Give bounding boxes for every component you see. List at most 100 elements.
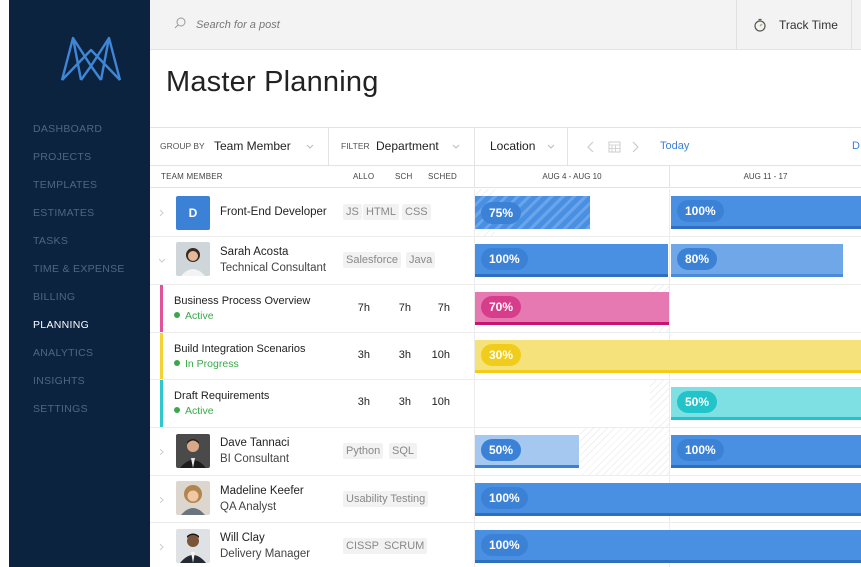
allocation-bar[interactable]: 100%	[671, 196, 861, 229]
skill-tag: SCRUM	[381, 538, 428, 554]
chevron-right-icon[interactable]	[632, 141, 639, 153]
today-link[interactable]: Today	[660, 140, 689, 152]
filter-select[interactable]: Department	[376, 139, 439, 153]
status-label: Active	[185, 310, 214, 322]
allocation-pill: 100%	[481, 487, 528, 509]
nav-templates[interactable]: TEMPLATES	[33, 179, 97, 191]
allocation-bar[interactable]: 50%	[671, 387, 861, 420]
nav-projects[interactable]: PROJECTS	[33, 151, 91, 163]
allocation-pill: 70%	[481, 296, 522, 318]
allo-hours: 7h	[357, 302, 370, 314]
nav-settings[interactable]: SETTINGS	[33, 403, 88, 415]
allocation-pill: 80%	[677, 248, 718, 270]
status-dot-icon	[174, 312, 180, 318]
planning-toolbar: GROUP BY Team Member FILTER Department L…	[150, 127, 861, 166]
col-sched[interactable]: SCHED	[428, 172, 457, 181]
table-row[interactable]: Build Integration Scenarios In Progress …	[150, 333, 861, 380]
task-name: Business Process Overview	[174, 295, 311, 307]
allocation-bar[interactable]: 80%	[671, 244, 843, 277]
table-row[interactable]: Dave Tannaci BI Consultant Python SQL 50…	[150, 428, 861, 476]
allocation-pill: 75%	[481, 201, 522, 224]
divider	[474, 128, 475, 166]
filter-label: FILTER	[341, 141, 370, 151]
avatar	[176, 529, 210, 563]
chevron-down-icon[interactable]	[452, 143, 460, 151]
person-name: Madeline Keefer	[220, 485, 304, 497]
nav-analytics[interactable]: ANALYTICS	[33, 347, 93, 359]
allocation-pill: 50%	[481, 439, 522, 461]
avatar	[176, 242, 210, 276]
skill-tag: SQL	[389, 443, 418, 459]
task-name: Draft Requirements	[174, 390, 270, 402]
allo-hours: 3h	[357, 396, 370, 408]
person-name: Sarah Acosta	[220, 246, 289, 258]
allocation-bar[interactable]: 75%	[475, 196, 590, 229]
table-row[interactable]: Sarah Acosta Technical Consultant Salesf…	[150, 237, 861, 285]
table-row[interactable]: D Front-End Developer JS HTML CSS 75% 10…	[150, 189, 861, 237]
col-allo[interactable]: ALLO	[353, 172, 374, 181]
table-row[interactable]: Draft Requirements Active 3h 3h 10h 50%	[150, 380, 861, 428]
sidebar: DASHBOARD PROJECTS TEMPLATES ESTIMATES T…	[9, 0, 150, 567]
person-role: Technical Consultant	[220, 262, 327, 274]
chevron-down-icon[interactable]	[306, 143, 314, 151]
nav-time-expense[interactable]: TIME & EXPENSE	[33, 263, 125, 275]
table-row[interactable]: Madeline Keefer QA Analyst Usability Tes…	[150, 476, 861, 523]
allocation-pill: 100%	[481, 534, 528, 556]
person-role: Delivery Manager	[220, 548, 311, 560]
sched-hours: 10h	[431, 396, 450, 408]
person-name: Dave Tannaci	[220, 437, 290, 449]
avatar: D	[176, 196, 210, 230]
week-label: AUG 11 - 17	[743, 172, 788, 181]
nav-tasks[interactable]: TASKS	[33, 235, 68, 247]
brand-logo[interactable]	[59, 32, 123, 84]
task-color-indicator	[160, 380, 163, 427]
col-sch[interactable]: SCH	[395, 172, 413, 181]
skill-tag: Salesforce	[343, 252, 401, 268]
nav-estimates[interactable]: ESTIMATES	[33, 207, 94, 219]
sched-hours: 7h	[437, 302, 450, 314]
location-select[interactable]: Location	[490, 139, 535, 153]
chevron-down-icon[interactable]	[159, 258, 165, 264]
allocation-bar[interactable]: 70%	[475, 292, 669, 325]
allocation-bar[interactable]: 30%	[475, 340, 861, 373]
nav-planning[interactable]: PLANNING	[33, 319, 89, 331]
table-row[interactable]: Business Process Overview Active 7h 7h 7…	[150, 285, 861, 333]
chevron-left-icon[interactable]	[587, 141, 594, 153]
task-status: In Progress	[174, 358, 239, 370]
allocation-bar[interactable]: 100%	[475, 483, 861, 516]
group-by-select[interactable]: Team Member	[214, 139, 291, 153]
divider	[567, 128, 568, 166]
chevron-right-icon[interactable]	[159, 497, 165, 503]
col-team-member[interactable]: TEAM MEMBER	[161, 172, 223, 181]
person-role: QA Analyst	[220, 501, 277, 513]
allocation-bar[interactable]: 100%	[475, 244, 668, 277]
nav-billing[interactable]: BILLING	[33, 291, 75, 303]
sched-hours: 10h	[431, 349, 450, 361]
page-title: Master Planning	[166, 66, 379, 98]
allocation-bar[interactable]: 100%	[475, 530, 861, 563]
column-headers: TEAM MEMBER ALLO SCH SCHED AUG 4 - AUG 1…	[150, 166, 861, 188]
skill-tag: JS	[343, 204, 362, 220]
view-link[interactable]: D	[852, 140, 860, 152]
week-label: AUG 4 - AUG 10	[542, 172, 602, 181]
allocation-bar[interactable]: 100%	[671, 435, 861, 468]
task-status: Active	[174, 405, 214, 417]
nav-insights[interactable]: INSIGHTS	[33, 375, 85, 387]
status-label: In Progress	[185, 358, 239, 370]
track-time-button[interactable]: Track Time	[736, 0, 852, 50]
task-color-indicator	[160, 285, 163, 332]
allocation-bar[interactable]: 50%	[475, 435, 579, 468]
person-name: Front-End Developer	[220, 206, 327, 218]
calendar-icon[interactable]	[608, 140, 621, 153]
chevron-right-icon[interactable]	[159, 544, 165, 550]
chevron-down-icon[interactable]	[547, 143, 555, 151]
status-dot-icon	[174, 407, 180, 413]
chevron-right-icon[interactable]	[159, 449, 165, 455]
task-name: Build Integration Scenarios	[174, 343, 306, 355]
table-row[interactable]: Will Clay Delivery Manager CISSP SCRUM 1…	[150, 523, 861, 567]
allocation-pill: 100%	[481, 248, 528, 270]
person-role: BI Consultant	[220, 453, 290, 465]
search-input[interactable]	[196, 10, 596, 40]
chevron-right-icon[interactable]	[159, 210, 165, 216]
nav-dashboard[interactable]: DASHBOARD	[33, 123, 102, 135]
